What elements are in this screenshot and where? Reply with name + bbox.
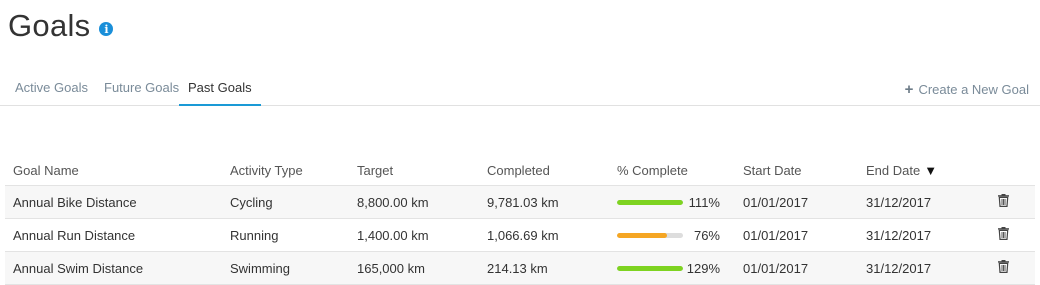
target-cell: 1,400.00 km bbox=[349, 218, 479, 252]
target-cell: 8,800.00 km bbox=[349, 185, 479, 219]
goal-name-cell[interactable]: Annual Swim Distance bbox=[5, 251, 222, 285]
progress-bar bbox=[617, 199, 683, 205]
table-row[interactable]: Annual Bike Distance Cycling 8,800.00 km… bbox=[5, 185, 1035, 219]
actions-cell bbox=[981, 185, 1035, 219]
create-goal-label: Create a New Goal bbox=[918, 82, 1029, 97]
tab-active-goals[interactable]: Active Goals bbox=[15, 80, 88, 104]
column-header-activity-type[interactable]: Activity Type bbox=[222, 155, 349, 186]
trash-icon[interactable] bbox=[998, 227, 1009, 243]
percent-complete-label: 129% bbox=[686, 260, 720, 276]
tab-past-goals[interactable]: Past Goals bbox=[179, 80, 261, 106]
goal-tabs: Active Goals Future Goals Past Goals bbox=[0, 72, 1040, 106]
column-header-target[interactable]: Target bbox=[349, 155, 479, 186]
completed-cell: 9,781.03 km bbox=[479, 185, 609, 219]
start-date-cell: 01/01/2017 bbox=[735, 218, 858, 252]
completed-cell: 1,066.69 km bbox=[479, 218, 609, 252]
column-header-goal-name[interactable]: Goal Name bbox=[5, 155, 222, 186]
column-header-end-date[interactable]: End Date ▼ bbox=[858, 155, 981, 186]
sort-descending-icon: ▼ bbox=[924, 162, 938, 178]
table-row[interactable]: Annual Swim Distance Swimming 165,000 km… bbox=[5, 251, 1035, 285]
percent-complete-label: 76% bbox=[693, 227, 720, 243]
table-row[interactable]: Annual Run Distance Running 1,400.00 km … bbox=[5, 218, 1035, 252]
target-cell: 165,000 km bbox=[349, 251, 479, 285]
progress-bar bbox=[617, 265, 683, 271]
end-date-cell: 31/12/2017 bbox=[858, 218, 981, 252]
progress-bar-fill bbox=[617, 265, 683, 271]
start-date-cell: 01/01/2017 bbox=[735, 251, 858, 285]
start-date-cell: 01/01/2017 bbox=[735, 185, 858, 219]
page-title: Goals bbox=[8, 8, 91, 43]
goals-table: Goal Name Activity Type Target Completed… bbox=[5, 155, 1035, 285]
table-header-row: Goal Name Activity Type Target Completed… bbox=[5, 155, 1035, 186]
goals-page: Goals i Active Goals Future Goals Past G… bbox=[0, 0, 1040, 285]
title-row: Goals i bbox=[8, 8, 114, 44]
column-header-percent-complete[interactable]: % Complete bbox=[609, 155, 735, 186]
percent-complete-cell: 129% bbox=[609, 251, 735, 285]
percent-complete-cell: 111% bbox=[609, 185, 735, 219]
actions-cell bbox=[981, 251, 1035, 285]
column-header-start-date[interactable]: Start Date bbox=[735, 155, 858, 186]
end-date-cell: 31/12/2017 bbox=[858, 185, 981, 219]
plus-icon: + bbox=[904, 81, 914, 98]
activity-type-cell: Swimming bbox=[222, 251, 349, 285]
goal-name-cell[interactable]: Annual Bike Distance bbox=[5, 185, 222, 219]
end-date-cell: 31/12/2017 bbox=[858, 251, 981, 285]
goal-name-cell[interactable]: Annual Run Distance bbox=[5, 218, 222, 252]
column-header-actions bbox=[981, 155, 1035, 186]
activity-type-cell: Cycling bbox=[222, 185, 349, 219]
trash-icon[interactable] bbox=[998, 260, 1009, 276]
completed-cell: 214.13 km bbox=[479, 251, 609, 285]
column-header-completed[interactable]: Completed bbox=[479, 155, 609, 186]
actions-cell bbox=[981, 218, 1035, 252]
info-icon[interactable]: i bbox=[99, 22, 114, 36]
activity-type-cell: Running bbox=[222, 218, 349, 252]
progress-bar-fill bbox=[617, 232, 668, 238]
progress-bar bbox=[617, 232, 683, 238]
percent-complete-cell: 76% bbox=[609, 218, 735, 252]
create-goal-button[interactable]: + Create a New Goal bbox=[905, 81, 1029, 98]
trash-icon[interactable] bbox=[998, 194, 1009, 210]
tab-future-goals[interactable]: Future Goals bbox=[104, 80, 179, 104]
percent-complete-label: 111% bbox=[688, 194, 720, 210]
progress-bar-fill bbox=[617, 199, 683, 205]
